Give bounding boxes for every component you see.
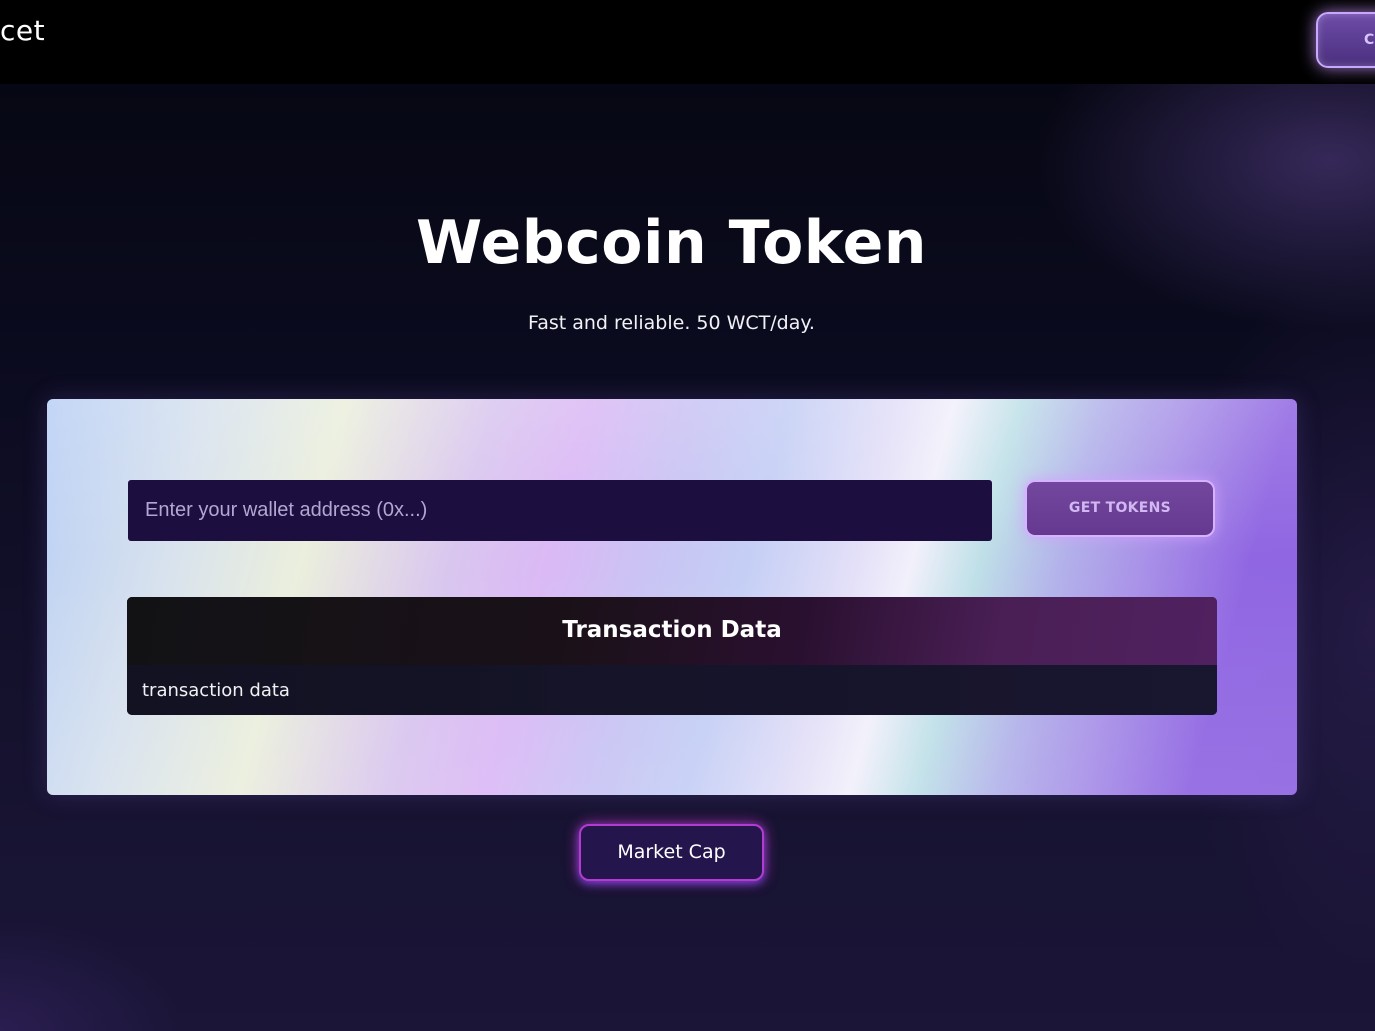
brand-title: cet xyxy=(0,14,46,47)
page: cet C Webcoin Token Fast and reliable. 5… xyxy=(0,0,1375,1031)
connect-wallet-button[interactable]: C xyxy=(1316,12,1375,68)
transaction-data-text: transaction data xyxy=(142,680,290,701)
get-tokens-button[interactable]: GET TOKENS xyxy=(1025,480,1215,537)
wallet-address-input[interactable] xyxy=(128,480,992,541)
faucet-card: GET TOKENS Transaction Data transaction … xyxy=(47,399,1297,795)
market-cap-button[interactable]: Market Cap xyxy=(579,824,764,881)
transaction-panel: Transaction Data transaction data xyxy=(127,597,1217,715)
transaction-panel-title: Transaction Data xyxy=(562,617,782,643)
top-navbar: cet C xyxy=(0,0,1375,84)
transaction-panel-header: Transaction Data xyxy=(127,597,1217,665)
transaction-panel-body: transaction data xyxy=(127,665,1217,715)
page-title: Webcoin Token xyxy=(415,208,928,278)
page-subtitle: Fast and reliable. 50 WCT/day. xyxy=(528,312,815,334)
